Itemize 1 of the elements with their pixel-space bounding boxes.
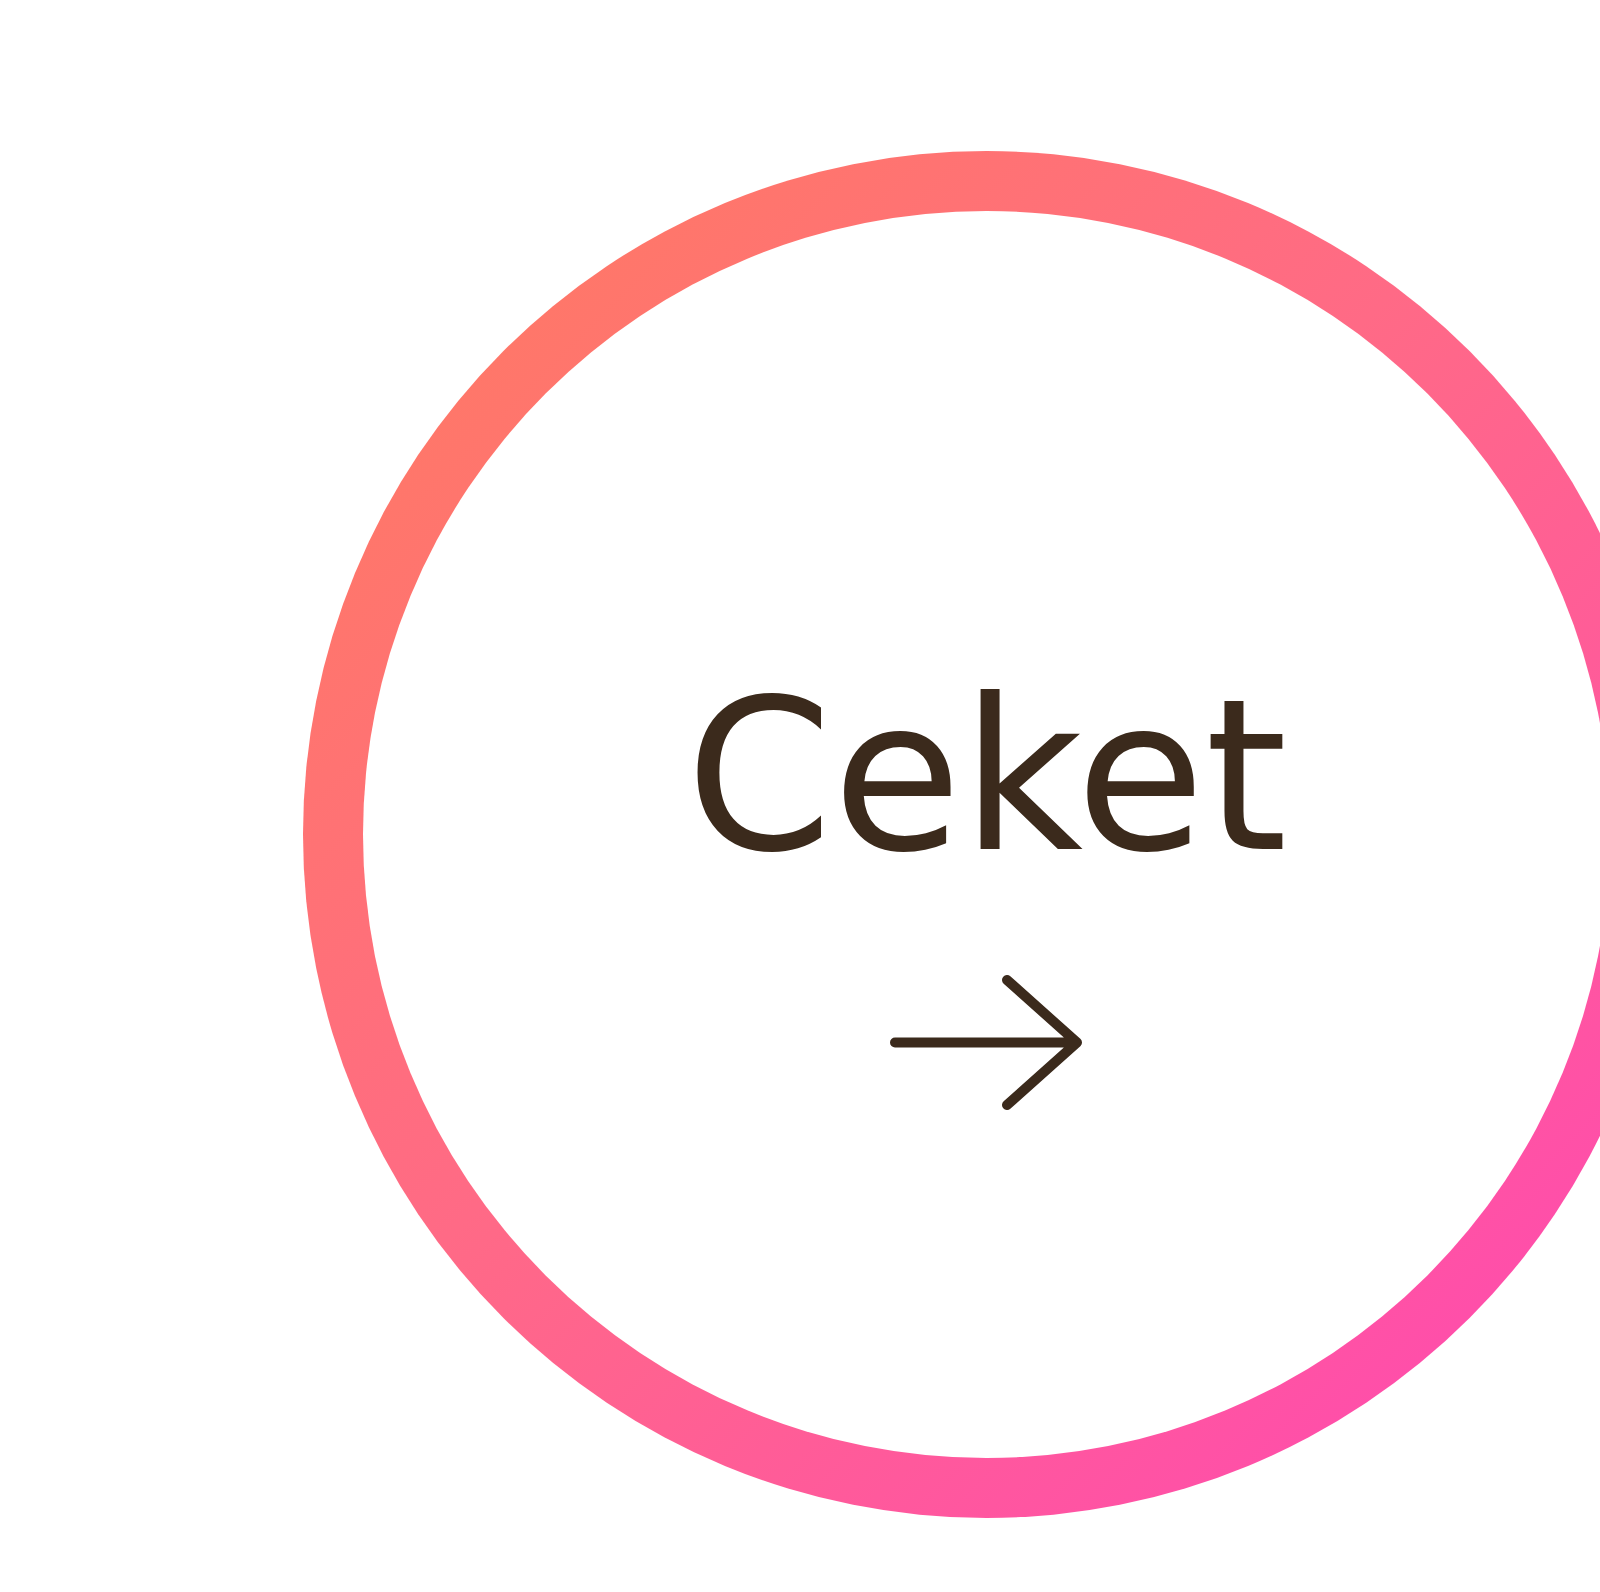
arrow-right-icon	[889, 975, 1084, 1110]
